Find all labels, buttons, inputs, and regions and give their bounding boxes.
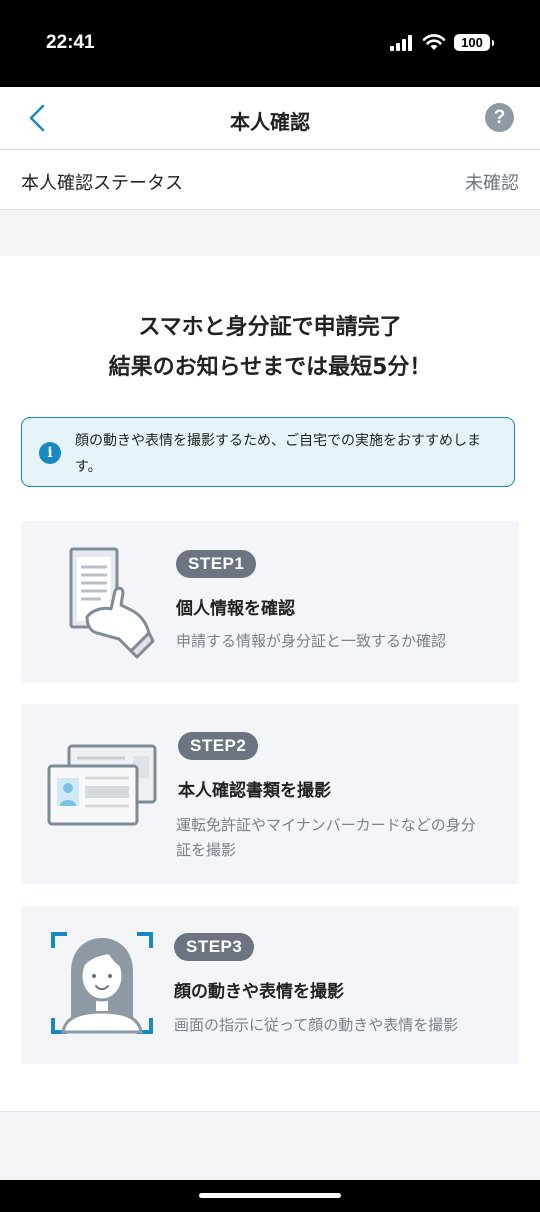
home-indicator[interactable] <box>199 1193 341 1198</box>
step-2-badge: STEP2 <box>178 732 259 760</box>
battery-level: 100 <box>454 34 490 51</box>
document-in-hand-icon <box>69 547 155 659</box>
verification-intro-card: スマホと身分証で申請完了 結果のお知らせまでは最短5分！ i 顔の動きや表情を撮… <box>0 256 540 1112</box>
step-2-card: STEP2 本人確認書類を撮影 運転免許証やマイナンバーカードなどの身分証を撮影 <box>21 704 519 884</box>
info-icon: i <box>39 442 61 464</box>
step-3-badge: STEP3 <box>174 933 255 961</box>
question-icon: ? <box>493 107 506 128</box>
step-2-title: 本人確認書類を撮影 <box>178 781 331 801</box>
step-3-description: 画面の指示に従って顔の動きや表情を撮影 <box>174 1016 459 1034</box>
step-3-title: 顔の動きや表情を撮影 <box>174 982 344 1002</box>
headline-line-2: 結果のお知らせまでは最短5分！ <box>108 355 432 380</box>
status-time: 22:41 <box>46 32 95 53</box>
notice-box: i 顔の動きや表情を撮影するため、ご自宅での実施をおすすめします。 <box>21 417 515 487</box>
step-1-badge: STEP1 <box>176 550 257 578</box>
step-3-card: STEP3 顔の動きや表情を撮影 画面の指示に従って顔の動きや表情を撮影 <box>21 906 519 1064</box>
verification-status-label: 本人確認ステータス <box>21 173 183 194</box>
verification-status-row: 本人確認ステータス 未確認 <box>0 150 540 210</box>
status-bar: 22:41 100 <box>0 0 540 87</box>
step-1-card: STEP1 個人情報を確認 申請する情報が身分証と一致するか確認 <box>21 521 519 683</box>
id-cards-icon <box>47 744 157 826</box>
help-button[interactable]: ? <box>485 103 514 132</box>
battery-icon: 100 <box>454 34 494 51</box>
home-indicator-area <box>0 1180 540 1212</box>
notice-text: 顔の動きや表情を撮影するため、ご自宅での実施をおすすめします。 <box>75 433 481 475</box>
cellular-signal-icon <box>390 34 412 51</box>
headline: スマホと身分証で申請完了 結果のお知らせまでは最短5分！ <box>0 308 540 388</box>
wifi-icon <box>422 34 446 50</box>
navigation-bar: 本人確認 ? <box>0 87 540 150</box>
step-1-description: 申請する情報が身分証と一致するか確認 <box>176 632 447 650</box>
step-1-title: 個人情報を確認 <box>176 599 295 619</box>
status-icons: 100 <box>390 34 494 51</box>
page-title: 本人確認 <box>230 110 310 134</box>
verification-status-value: 未確認 <box>465 173 519 194</box>
step-2-description: 運転免許証やマイナンバーカードなどの身分証を撮影 <box>176 816 476 859</box>
face-capture-icon <box>51 932 153 1034</box>
headline-line-1: スマホと身分証で申請完了 <box>138 315 402 340</box>
